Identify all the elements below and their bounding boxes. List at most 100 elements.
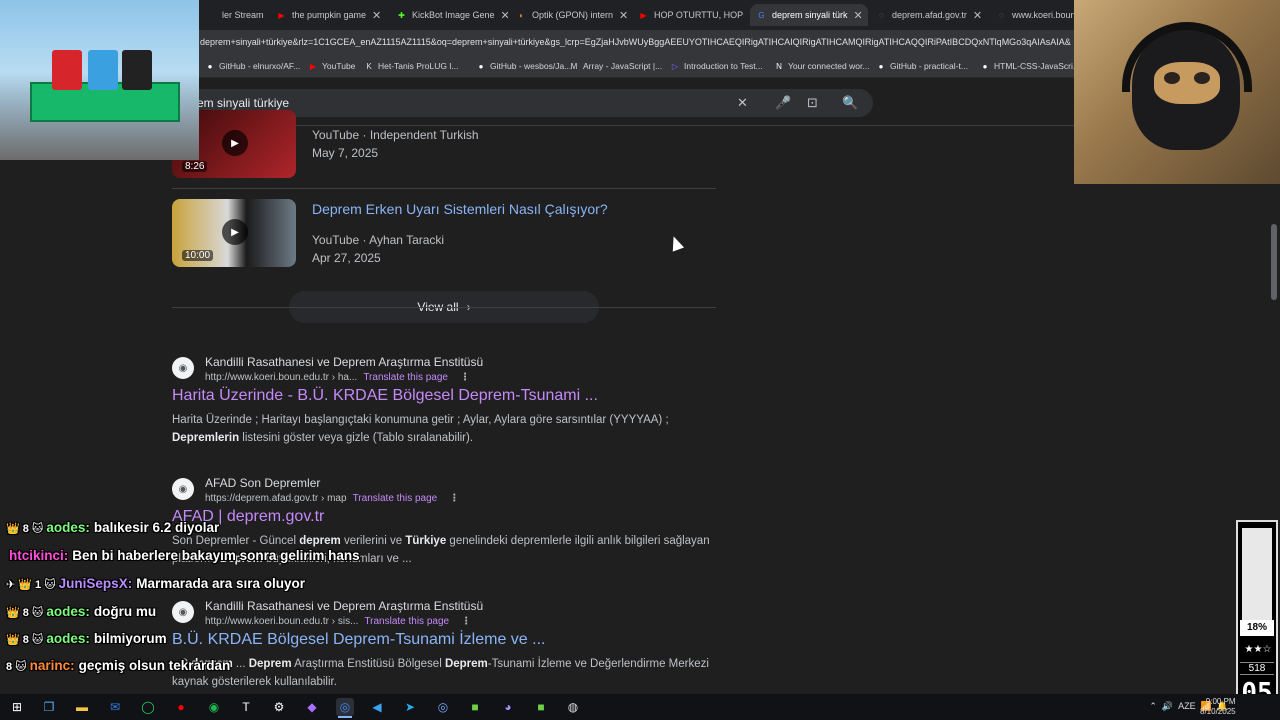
visual-studio-icon[interactable]: ◆ xyxy=(303,698,321,716)
tab-label: HOP OTURTTU, HOP xyxy=(654,10,744,20)
browser-tab[interactable]: ▶ HOP OTURTTU, HOP✕ xyxy=(632,4,748,26)
search-input[interactable]: em sinyali türkiye xyxy=(197,96,289,110)
video-thumbnail[interactable]: ▶ 10:00 xyxy=(172,199,296,267)
bookmark-item[interactable]: ● GitHub - wesbos/Ja... xyxy=(476,61,572,71)
chat-text: Marmarada ara sıra oluyor xyxy=(136,576,306,591)
result-site-name[interactable]: AFAD Son Depremler xyxy=(205,476,320,490)
chat-badges: ✈ 👑 1 🐱 xyxy=(6,579,56,591)
settings-icon[interactable]: ⚙ xyxy=(270,698,288,716)
bookmark-label: Introduction to Test... xyxy=(684,61,763,71)
file-explorer-icon[interactable]: ▬ xyxy=(73,698,91,716)
result-url[interactable]: http://www.koeri.boun.edu.tr › sis... Tra… xyxy=(205,616,471,627)
address-url[interactable]: deprem+sinyali+türkiye&rlz=1C1GCEA_enAZ1… xyxy=(200,37,1074,47)
app-icon[interactable]: ◎ xyxy=(434,698,452,716)
tab-favicon-icon: ◐ xyxy=(519,10,524,20)
minecraft-launcher-icon[interactable]: ■ xyxy=(532,698,550,716)
minecraft-character-blue xyxy=(88,50,118,90)
tab-favicon-icon: ✚ xyxy=(398,10,405,20)
close-icon[interactable]: ✕ xyxy=(967,9,982,22)
bookmark-item[interactable]: ● GitHub - elnurxo/AF... xyxy=(205,61,301,71)
chrome-icon[interactable]: ◎ xyxy=(336,698,354,716)
windows-start-icon[interactable]: ⊞ xyxy=(8,698,26,716)
result-url[interactable]: http://www.koeri.boun.edu.tr › ha... Tran… xyxy=(205,372,470,383)
site-favicon[interactable]: ◉ xyxy=(172,601,194,623)
close-icon[interactable]: ✕ xyxy=(264,9,266,22)
youtube-icon[interactable]: ● xyxy=(172,698,190,716)
discord-icon[interactable]: ◕ xyxy=(499,698,517,716)
vscode-icon[interactable]: ◀ xyxy=(368,698,386,716)
site-favicon[interactable]: ◉ xyxy=(172,357,194,379)
task-view-icon[interactable]: ❐ xyxy=(40,698,58,716)
counter-value: 518 xyxy=(1240,662,1274,675)
tab-label: Optik (GPON) intern xyxy=(532,10,614,20)
video-date: Apr 27, 2025 xyxy=(312,251,381,265)
close-icon[interactable]: ✕ xyxy=(613,9,628,22)
browser-tab[interactable]: Gdeprem sinyali türk ✕ xyxy=(750,4,868,26)
close-icon[interactable]: ✕ xyxy=(848,9,863,22)
browser-tab[interactable]: ler Stream✕ xyxy=(200,4,266,26)
result-site-name[interactable]: Kandilli Rasathanesi ve Deprem Araştırma… xyxy=(205,599,483,613)
bookmark-icon: ● xyxy=(982,61,988,71)
lens-icon[interactable]: ⊡ xyxy=(807,95,818,111)
bookmark-item[interactable]: ▷ Introduction to Test... xyxy=(670,61,763,71)
chat-badges: 👑 8 🐱 xyxy=(6,634,44,646)
bookmark-label: GitHub - elnurxo/AF... xyxy=(219,61,301,71)
bookmark-label: Het-Tanis ProLUG l... xyxy=(378,61,459,71)
tab-favicon-icon: ▶ xyxy=(640,10,647,20)
tab-favicon-icon: ◌ xyxy=(999,10,1004,20)
obs-icon[interactable]: ◍ xyxy=(564,698,582,716)
bookmark-item[interactable]: ● HTML-CSS-JavaScri... xyxy=(980,61,1080,71)
browser-tab[interactable]: ✚ KickBot Image Gene ✕ xyxy=(390,4,508,26)
close-icon[interactable]: ✕ xyxy=(495,9,508,22)
language-indicator[interactable]: AZE xyxy=(1178,701,1196,711)
spotify-icon[interactable]: ◉ xyxy=(205,698,223,716)
clock[interactable]: 9:00 PM 8/10/2025 xyxy=(1200,697,1236,717)
translate-link[interactable]: Translate this page xyxy=(363,372,448,383)
video-source: YouTube · Ayhan Taracki xyxy=(312,233,445,247)
scrollbar-thumb[interactable] xyxy=(1271,224,1277,300)
telegram-icon[interactable]: ➤ xyxy=(401,698,419,716)
site-favicon[interactable]: ◉ xyxy=(172,478,194,500)
close-icon[interactable]: ✕ xyxy=(366,9,381,22)
translate-link[interactable]: Translate this page xyxy=(353,493,438,504)
tab-favicon-icon: G xyxy=(758,10,765,20)
chat-username: narinc: xyxy=(29,658,75,673)
microphone-icon[interactable]: 🎤 xyxy=(775,95,791,111)
result-site-name[interactable]: Kandilli Rasathanesi ve Deprem Araştırma… xyxy=(205,355,483,369)
close-icon[interactable]: ✕ xyxy=(743,9,748,22)
translate-link[interactable]: Translate this page xyxy=(364,616,449,627)
bookmark-icon: ● xyxy=(207,61,213,71)
outlook-icon[interactable]: ✉ xyxy=(106,698,124,716)
result-url[interactable]: https://deprem.afad.gov.tr › map Translat… xyxy=(205,493,459,504)
browser-tab[interactable]: ◐ Optik (GPON) intern ✕ xyxy=(510,4,630,26)
minecraft-icon[interactable]: ■ xyxy=(466,698,484,716)
url-text: http://www.koeri.boun.edu.tr › sis... xyxy=(205,616,359,627)
chat-message: htcikinci: Ben bi haberlere bakayım sonra… xyxy=(6,548,360,563)
chat-text: Ben bi haberlere bakayım sonra gelirim h… xyxy=(72,548,360,563)
bookmark-label: YouTube xyxy=(322,61,356,71)
chat-badges: 👑 8 🐱 xyxy=(6,523,44,535)
app-icon[interactable]: T xyxy=(237,698,255,716)
more-options-icon[interactable]: ⋮ xyxy=(461,616,471,627)
result-title[interactable]: Harita Üzerinde - B.Ü. KRDAE Bölgesel De… xyxy=(172,387,598,405)
browser-tab[interactable]: ◌ deprem.afad.gov.tr ✕ xyxy=(870,4,988,26)
bookmark-item[interactable]: ● GitHub - practical-t... xyxy=(876,61,968,71)
bookmark-item[interactable]: M Array - JavaScript |... xyxy=(569,61,663,71)
clear-icon[interactable]: ✕ xyxy=(737,95,748,111)
search-results: ▶ 8:26 YouTube · Independent Turkish May… xyxy=(0,110,1280,694)
chat-text: geçmiş olsun tekrardan xyxy=(78,658,231,673)
video-title[interactable]: Deprem Erken Uyarı Sistemleri Nasıl Çalı… xyxy=(312,201,608,217)
tab-favicon-icon: ◌ xyxy=(879,10,884,20)
bookmark-item[interactable]: K Het-Tanis ProLUG l... xyxy=(364,61,458,71)
bookmark-item[interactable]: N Your connected wor... xyxy=(774,61,869,71)
more-options-icon[interactable]: ⋮ xyxy=(460,372,470,383)
more-options-icon[interactable]: ⋮ xyxy=(449,493,459,504)
browser-tab[interactable]: ◌www.koeri.boun.e✕ xyxy=(990,4,1080,26)
bookmark-label: GitHub - practical-t... xyxy=(890,61,968,71)
browser-tab[interactable]: ▶ the pumpkin game ✕ xyxy=(270,4,386,26)
bookmark-item[interactable]: ▶ YouTube xyxy=(308,61,355,71)
bookmark-icon: ● xyxy=(478,61,484,71)
search-icon[interactable]: 🔍 xyxy=(842,95,858,111)
whatsapp-icon[interactable]: ◯ xyxy=(139,698,157,716)
result-title[interactable]: B.Ü. KRDAE Bölgesel Deprem-Tsunami İzlem… xyxy=(172,631,545,649)
